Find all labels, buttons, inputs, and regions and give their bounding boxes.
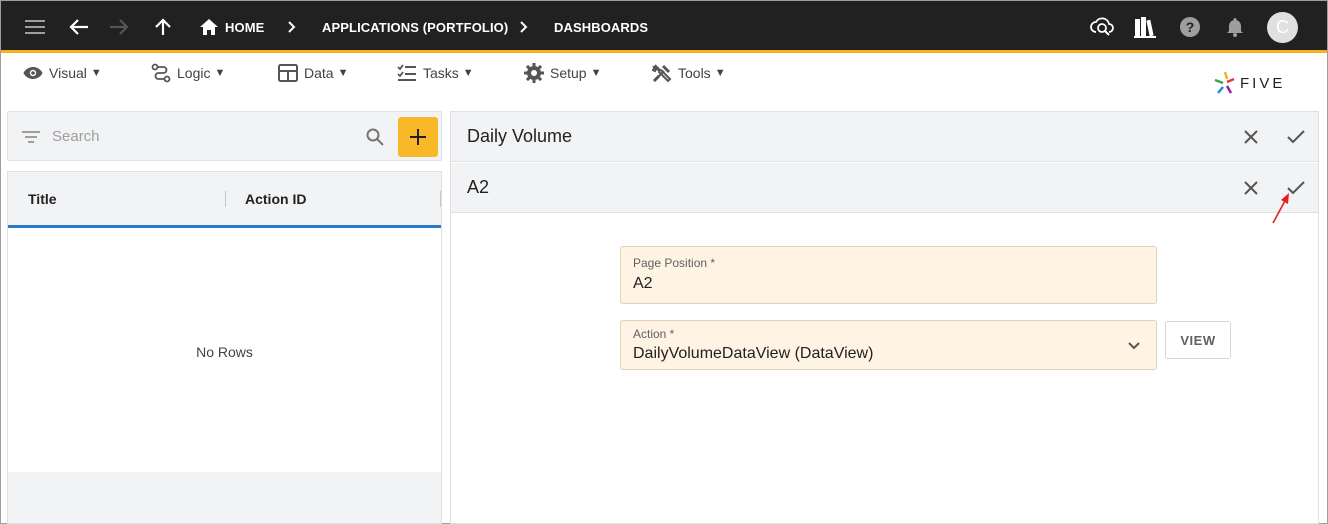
caret-down-icon: ▼ bbox=[337, 67, 349, 79]
cancel-button[interactable] bbox=[1239, 176, 1263, 200]
column-header-title[interactable]: Title bbox=[28, 191, 57, 207]
search-bar bbox=[7, 111, 442, 161]
view-button[interactable]: VIEW bbox=[1165, 321, 1231, 359]
empty-state-text: No Rows bbox=[196, 344, 253, 360]
menu-setup-label: Setup bbox=[550, 65, 587, 81]
column-resize-handle[interactable] bbox=[440, 191, 441, 207]
menu-tasks[interactable]: Tasks ▼ bbox=[397, 63, 474, 83]
table-header: Title Action ID bbox=[8, 172, 441, 228]
parent-form-title: Daily Volume bbox=[467, 126, 573, 146]
chevron-down-icon[interactable] bbox=[1126, 338, 1142, 354]
table-icon bbox=[278, 64, 298, 82]
save-button[interactable] bbox=[1284, 125, 1308, 149]
chevron-right-icon bbox=[517, 19, 531, 35]
records-table: Title Action ID No Rows bbox=[7, 171, 442, 524]
action-value: DailyVolumeDataView (DataView) bbox=[633, 345, 874, 362]
tasks-icon bbox=[397, 64, 416, 81]
cancel-button[interactable] bbox=[1239, 125, 1263, 149]
page-position-label: Page Position * bbox=[633, 256, 716, 270]
plus-icon bbox=[410, 129, 426, 145]
svg-text:?: ? bbox=[1186, 19, 1195, 35]
filter-icon[interactable] bbox=[21, 127, 41, 147]
chevron-right-icon bbox=[285, 19, 299, 35]
action-select[interactable]: Action * DailyVolumeDataView (DataView) bbox=[620, 320, 1157, 370]
close-icon bbox=[1244, 130, 1258, 144]
action-label: Action * bbox=[633, 327, 675, 341]
cloud-search-icon[interactable] bbox=[1089, 14, 1115, 40]
home-icon bbox=[200, 18, 218, 36]
search-input[interactable] bbox=[52, 124, 352, 148]
close-icon bbox=[1244, 181, 1258, 195]
menu-setup[interactable]: Setup ▼ bbox=[524, 63, 601, 83]
up-arrow-icon[interactable] bbox=[151, 15, 175, 39]
back-arrow-icon[interactable] bbox=[67, 15, 91, 39]
check-icon bbox=[1287, 130, 1305, 144]
five-star-logo-icon bbox=[1214, 71, 1235, 94]
eye-icon bbox=[23, 67, 43, 79]
page-position-value: A2 bbox=[633, 275, 653, 292]
caret-down-icon: ▼ bbox=[90, 67, 102, 79]
notifications-bell-icon[interactable] bbox=[1223, 15, 1247, 39]
library-books-icon[interactable] bbox=[1132, 14, 1158, 40]
main-menu-bar: Visual ▼ Logic ▼ Data ▼ Tasks ▼ Setup ▼ … bbox=[1, 56, 1327, 90]
caret-down-icon: ▼ bbox=[714, 67, 726, 79]
menu-data[interactable]: Data ▼ bbox=[278, 63, 348, 83]
add-record-button[interactable] bbox=[398, 117, 438, 157]
tools-icon bbox=[652, 64, 672, 83]
forward-arrow-icon[interactable] bbox=[107, 15, 131, 39]
menu-tools-label: Tools bbox=[678, 65, 711, 81]
caret-down-icon: ▼ bbox=[462, 67, 474, 79]
menu-tasks-label: Tasks bbox=[423, 65, 459, 81]
breadcrumb-home[interactable]: HOME bbox=[225, 1, 264, 53]
caret-down-icon: ▼ bbox=[214, 67, 226, 79]
user-avatar[interactable]: C bbox=[1267, 12, 1298, 43]
logo-text: FIVE bbox=[1240, 74, 1286, 92]
table-footer bbox=[8, 472, 441, 523]
child-form-title: A2 bbox=[467, 177, 490, 197]
parent-form-header: Daily Volume bbox=[451, 112, 1318, 162]
caret-down-icon: ▼ bbox=[590, 67, 602, 79]
child-form-header: A2 bbox=[451, 163, 1318, 213]
form-panel: Daily Volume A2 Page Position * A2 Actio… bbox=[450, 111, 1319, 524]
menu-logic[interactable]: Logic ▼ bbox=[151, 63, 225, 83]
search-icon[interactable] bbox=[364, 126, 386, 148]
column-header-action-id[interactable]: Action ID bbox=[245, 191, 306, 207]
list-panel: Title Action ID No Rows bbox=[7, 111, 442, 524]
logic-icon bbox=[151, 63, 171, 83]
hamburger-menu-icon[interactable] bbox=[23, 15, 47, 39]
help-icon[interactable]: ? bbox=[1178, 15, 1202, 39]
breadcrumb-dashboards[interactable]: DASHBOARDS bbox=[554, 1, 648, 53]
top-app-bar: HOME APPLICATIONS (PORTFOLIO) DASHBOARDS… bbox=[1, 1, 1327, 53]
breadcrumb-applications[interactable]: APPLICATIONS (PORTFOLIO) bbox=[322, 1, 508, 53]
menu-visual-label: Visual bbox=[49, 65, 87, 81]
annotation-arrow-icon bbox=[1269, 191, 1293, 230]
menu-tools[interactable]: Tools ▼ bbox=[652, 63, 726, 83]
menu-logic-label: Logic bbox=[177, 65, 211, 81]
column-resize-handle[interactable] bbox=[225, 191, 226, 207]
menu-visual[interactable]: Visual ▼ bbox=[23, 63, 102, 83]
menu-data-label: Data bbox=[304, 65, 334, 81]
page-position-field[interactable]: Page Position * A2 bbox=[620, 246, 1157, 304]
five-logo: FIVE bbox=[1214, 71, 1285, 95]
gear-icon bbox=[524, 63, 544, 83]
